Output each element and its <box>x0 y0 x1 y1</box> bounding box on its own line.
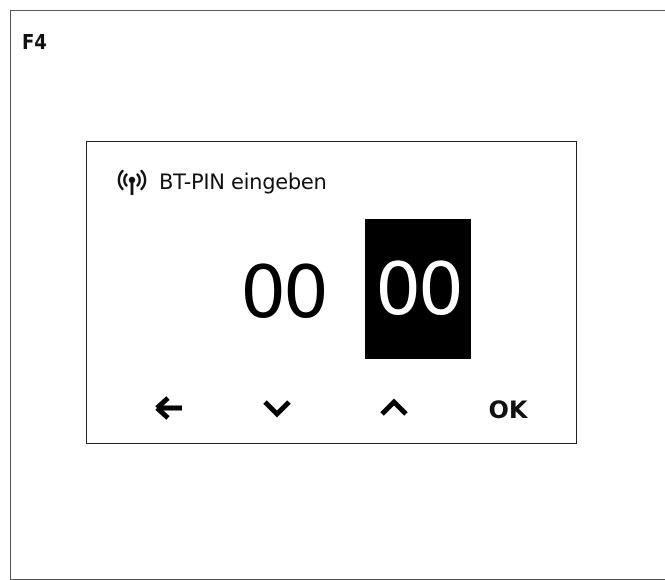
decrease-button[interactable] <box>257 390 297 430</box>
ok-button[interactable]: OK <box>478 390 538 430</box>
figure-label: F4 <box>22 30 47 54</box>
control-bar: OK <box>87 390 576 430</box>
bluetooth-signal-icon <box>117 168 147 196</box>
chevron-up-icon <box>379 397 409 423</box>
device-screen: BT-PIN eingeben 00 00 OK <box>86 141 577 444</box>
screen-title: BT-PIN eingeben <box>159 170 327 194</box>
screen-header: BT-PIN eingeben <box>117 168 327 196</box>
back-button[interactable] <box>149 390 189 430</box>
pin-digits-first[interactable]: 00 <box>235 222 331 362</box>
pin-digits-second-selected[interactable]: 00 <box>365 219 471 359</box>
increase-button[interactable] <box>374 390 414 430</box>
chevron-down-icon <box>262 398 292 423</box>
arrow-left-icon <box>154 395 184 426</box>
